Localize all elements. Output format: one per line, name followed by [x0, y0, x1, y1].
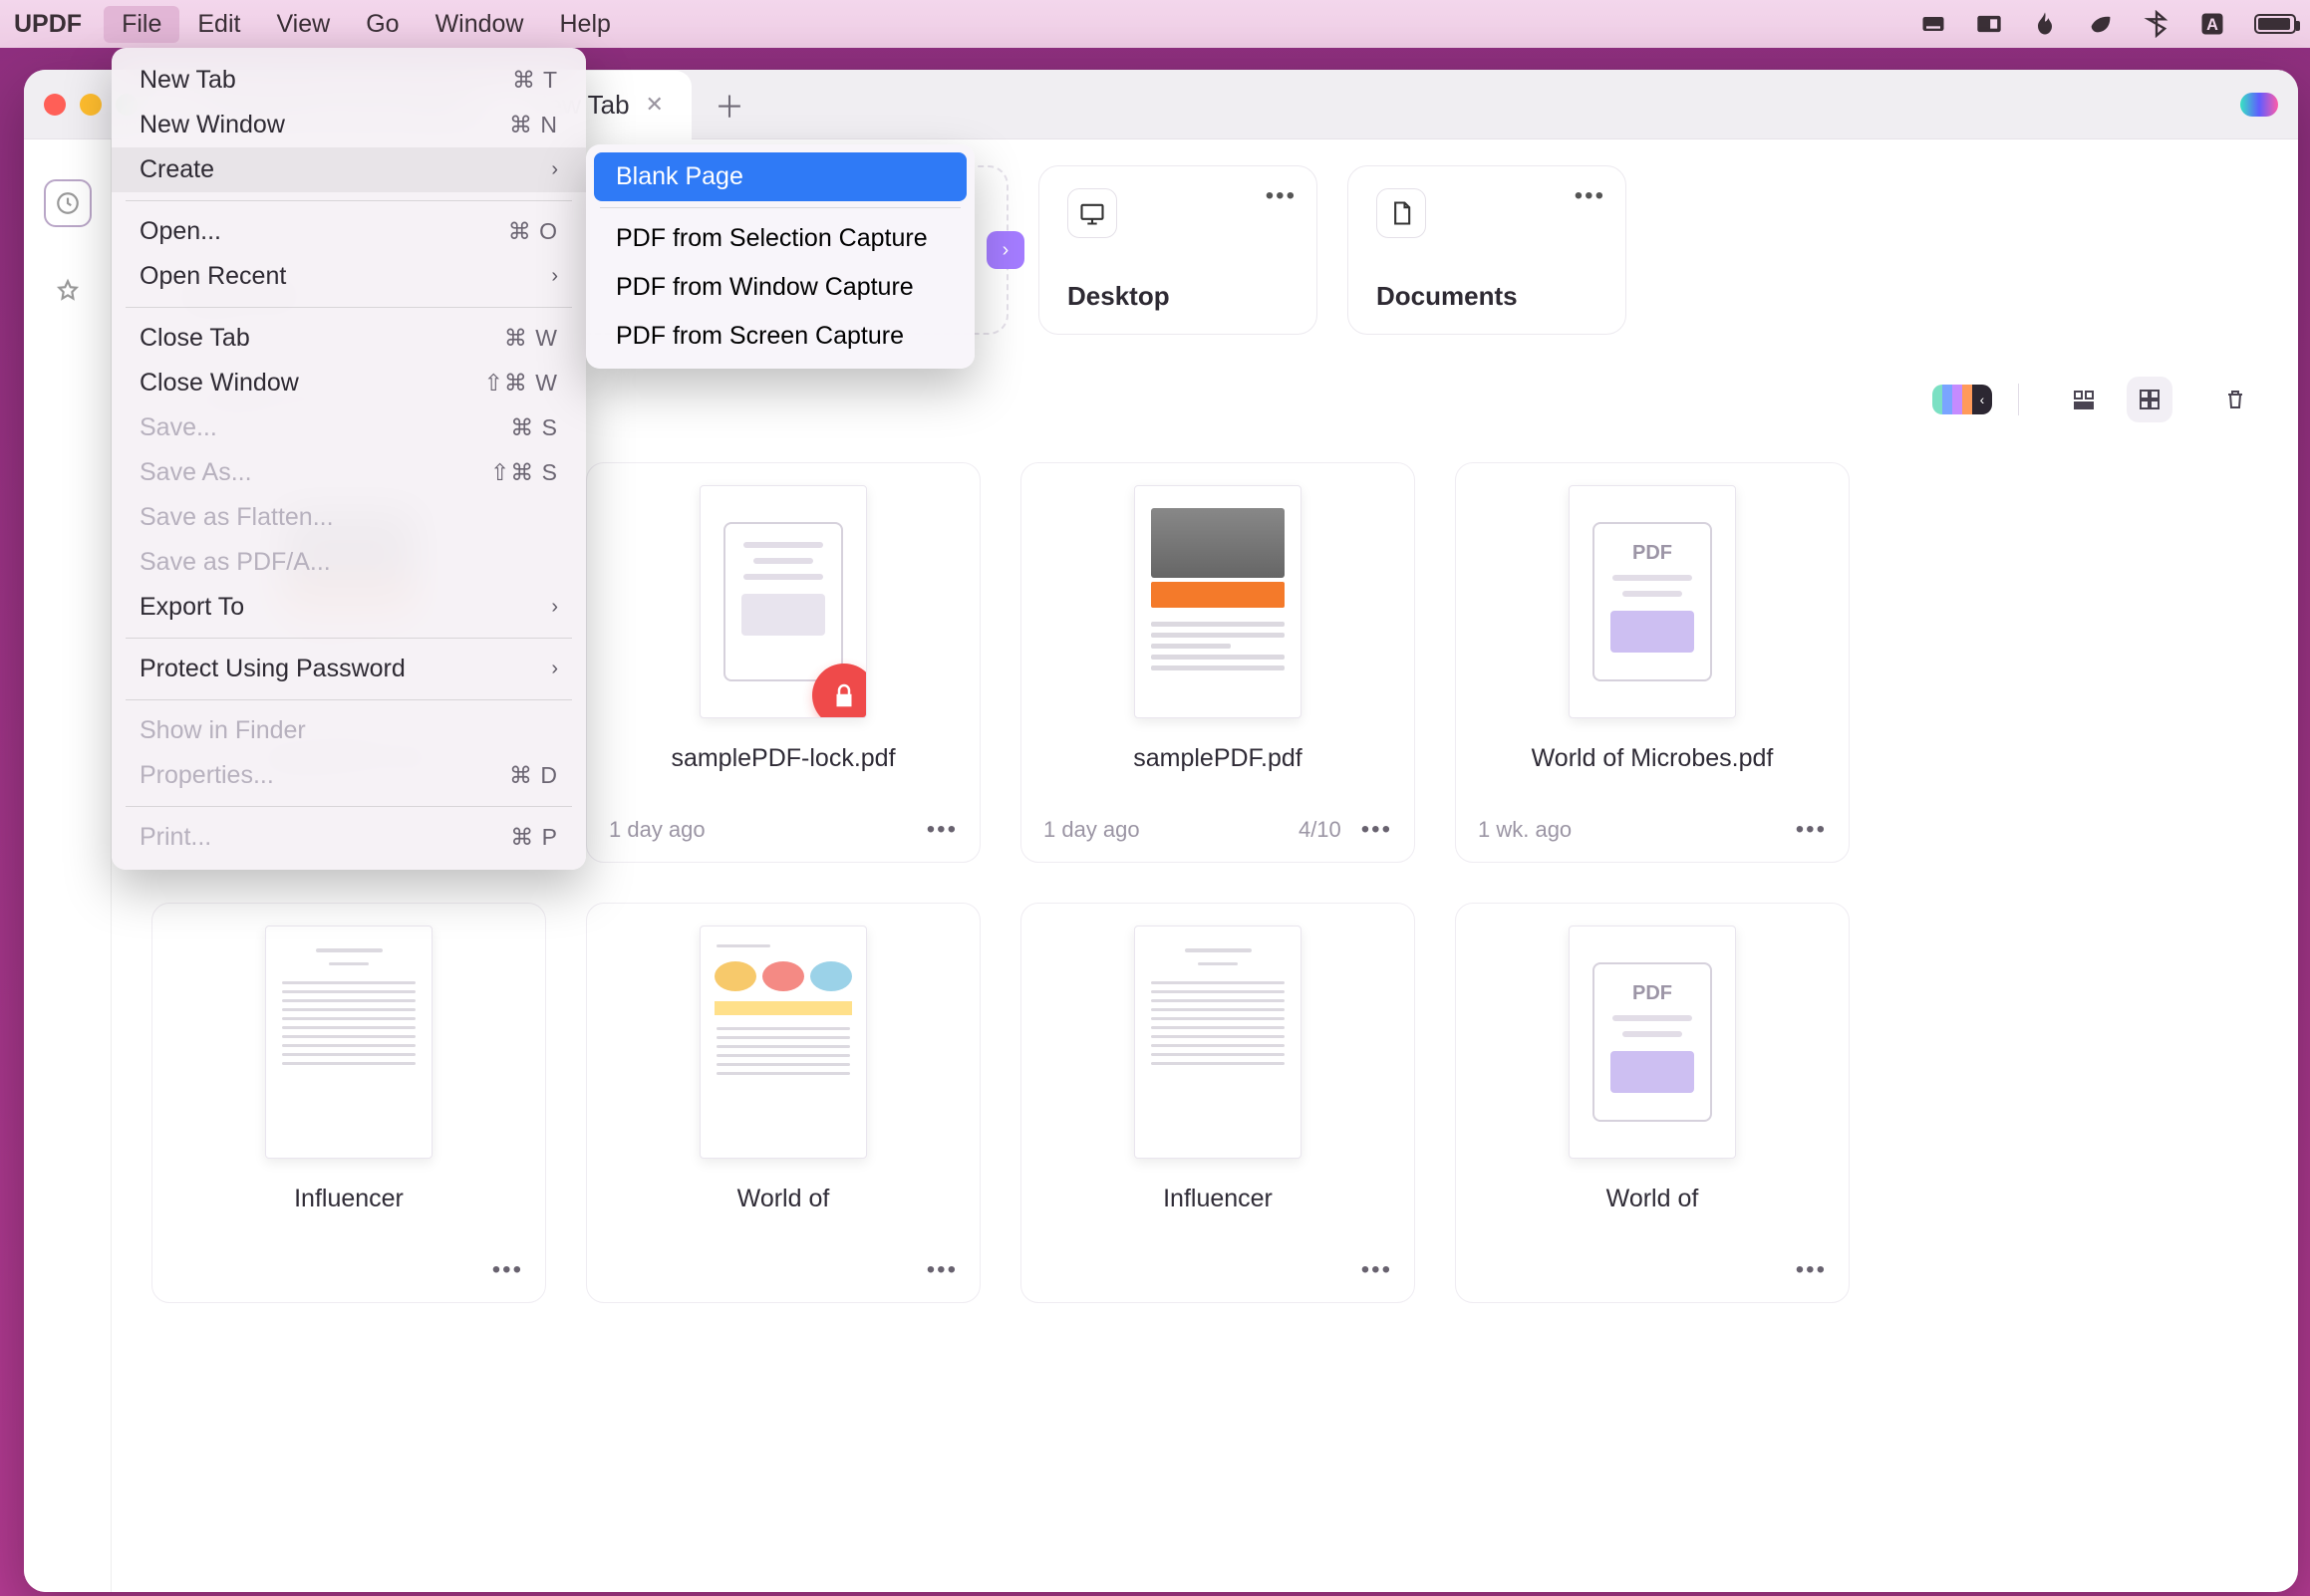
flame-icon[interactable]: [2031, 10, 2059, 38]
view-list-button[interactable]: [2061, 377, 2107, 422]
close-tab-icon[interactable]: ✕: [646, 92, 664, 118]
file-menu-item: Save as PDF/A...: [112, 540, 586, 585]
macos-menubar: UPDF File Edit View Go Window Help A: [0, 0, 2310, 48]
file-menu-item: Show in Finder: [112, 708, 586, 753]
documents-label: Documents: [1376, 281, 1597, 312]
file-more-icon[interactable]: •••: [1796, 1256, 1827, 1284]
file-name: Influencer: [1163, 1183, 1273, 1246]
documents-card[interactable]: ••• Documents: [1347, 165, 1626, 335]
create-submenu-item[interactable]: PDF from Selection Capture: [594, 214, 967, 263]
file-menu-item: Save As...⇧⌘ S: [112, 450, 586, 495]
menubar-file[interactable]: File: [104, 6, 179, 43]
desktop-label: Desktop: [1067, 281, 1289, 312]
desktop-card[interactable]: ••• Desktop: [1038, 165, 1317, 335]
advance-arrow-icon[interactable]: ›: [987, 231, 1024, 269]
view-grid-button[interactable]: [2127, 377, 2172, 422]
file-card[interactable]: Influencer •••: [151, 903, 546, 1303]
file-card[interactable]: PDFWorld of•••: [1455, 903, 1850, 1303]
file-name: samplePDF.pdf: [1133, 742, 1302, 806]
delete-button[interactable]: [2212, 377, 2258, 422]
battery-icon[interactable]: [2254, 14, 2296, 34]
file-card[interactable]: Influencer •••: [1020, 903, 1415, 1303]
file-card[interactable]: samplePDF.pdf 1 day ago 4/10 •••: [1020, 462, 1415, 863]
tray-icon-2[interactable]: [1975, 10, 2003, 38]
keyboard-input-icon[interactable]: A: [2198, 10, 2226, 38]
menubar-edit[interactable]: Edit: [179, 6, 258, 43]
file-card[interactable]: PDFWorld of Microbes.pdf1 wk. ago•••: [1455, 462, 1850, 863]
file-name: World of: [1606, 1183, 1699, 1246]
documents-icon: [1376, 188, 1426, 238]
file-more-icon[interactable]: •••: [927, 1256, 958, 1284]
file-name: Influencer: [294, 1183, 404, 1246]
file-name: samplePDF-lock.pdf: [671, 742, 895, 806]
system-tray: A: [1919, 10, 2296, 38]
file-menu-item[interactable]: Close Tab⌘ W: [112, 316, 586, 361]
file-more-icon[interactable]: •••: [927, 816, 958, 844]
menubar-window[interactable]: Window: [418, 6, 542, 43]
card-more-icon[interactable]: •••: [1266, 182, 1297, 210]
menubar-view[interactable]: View: [258, 6, 348, 43]
bluetooth-icon[interactable]: [2143, 10, 2170, 38]
minimize-window-button[interactable]: [80, 94, 102, 116]
app-brand-pill[interactable]: [2240, 93, 2278, 117]
file-menu-item: Properties...⌘ D: [112, 753, 586, 798]
create-submenu-item[interactable]: PDF from Window Capture: [594, 263, 967, 312]
file-menu-item: Print...⌘ P: [112, 815, 586, 860]
menubar-go[interactable]: Go: [348, 6, 417, 43]
file-more-icon[interactable]: •••: [1361, 816, 1392, 844]
file-date: 1 wk. ago: [1478, 817, 1572, 843]
file-menu-item[interactable]: New Window⌘ N: [112, 103, 586, 147]
tray-icon-1[interactable]: [1919, 10, 1947, 38]
create-submenu: Blank PagePDF from Selection CapturePDF …: [586, 144, 975, 369]
create-submenu-item[interactable]: Blank Page: [594, 152, 967, 201]
file-menu-item: Save...⌘ S: [112, 405, 586, 450]
file-card[interactable]: samplePDF-lock.pdf 1 day ago •••: [586, 462, 981, 863]
file-more-icon[interactable]: •••: [1796, 816, 1827, 844]
file-menu-item[interactable]: New Tab⌘ T: [112, 58, 586, 103]
desktop-icon: [1067, 188, 1117, 238]
close-window-button[interactable]: [44, 94, 66, 116]
card-more-icon[interactable]: •••: [1575, 182, 1605, 210]
file-date: 1 day ago: [1043, 817, 1140, 843]
file-menu-item[interactable]: Export To›: [112, 585, 586, 630]
rail-star-button[interactable]: [44, 267, 92, 315]
leaf-icon[interactable]: [2087, 10, 2115, 38]
color-filter[interactable]: ‹: [1928, 381, 1996, 418]
file-menu-item[interactable]: Protect Using Password›: [112, 647, 586, 691]
file-menu-item[interactable]: Create›: [112, 147, 586, 192]
file-menu-item[interactable]: Close Window⇧⌘ W: [112, 361, 586, 405]
file-menu-item[interactable]: Open...⌘ O: [112, 209, 586, 254]
file-menu-item[interactable]: Open Recent›: [112, 254, 586, 299]
new-tab-button[interactable]: ＋: [712, 87, 747, 123]
rail-recent-button[interactable]: [44, 179, 92, 227]
file-menu-item: Save as Flatten...: [112, 495, 586, 540]
file-more-icon[interactable]: •••: [1361, 1256, 1392, 1284]
file-name: World of Microbes.pdf: [1532, 742, 1774, 806]
left-rail: [24, 139, 112, 1592]
file-name: World of: [737, 1183, 830, 1246]
menubar-help[interactable]: Help: [541, 6, 628, 43]
file-date: 1 day ago: [609, 817, 706, 843]
file-card[interactable]: World of •••: [586, 903, 981, 1303]
app-name: UPDF: [14, 10, 82, 39]
svg-text:A: A: [2206, 16, 2218, 34]
file-menu-dropdown: New Tab⌘ TNew Window⌘ NCreate› Open...⌘ O…: [112, 48, 586, 870]
create-submenu-item[interactable]: PDF from Screen Capture: [594, 312, 967, 361]
file-pages: 4/10: [1299, 817, 1341, 843]
file-more-icon[interactable]: •••: [492, 1256, 523, 1284]
